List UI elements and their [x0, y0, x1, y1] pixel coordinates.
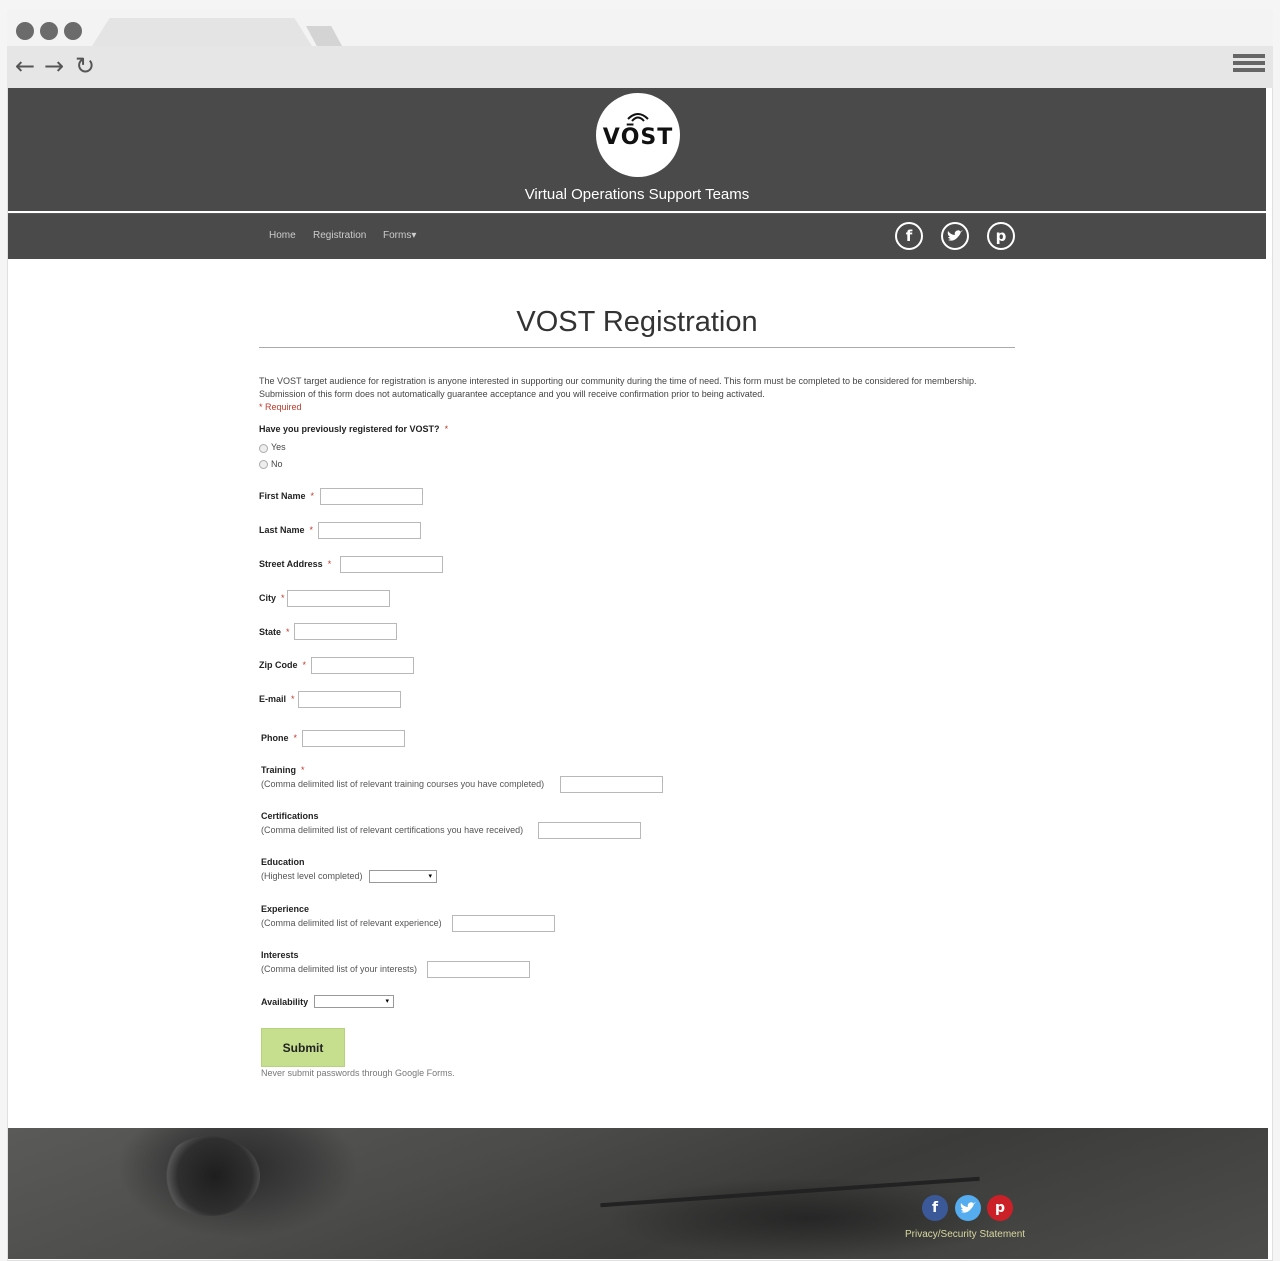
label-text: Last Name: [259, 525, 305, 535]
submit-button[interactable]: Submit: [261, 1028, 345, 1067]
footer-background-pipe: [160, 1136, 260, 1216]
radio-yes[interactable]: [259, 444, 268, 453]
page-title: VOST Registration: [516, 306, 758, 338]
label-text: Training: [261, 765, 297, 775]
radio-yes-label[interactable]: Yes: [271, 442, 286, 452]
password-warning: Never submit passwords through Google Fo…: [261, 1068, 455, 1078]
nav-home[interactable]: Home: [269, 230, 296, 241]
window-maximize-dot[interactable]: [64, 22, 82, 40]
signal-icon: [627, 113, 649, 122]
training-label: Training *: [261, 765, 305, 775]
email-label: E-mail *: [259, 694, 295, 704]
previously-registered-label: Have you previously registered for VOST?…: [259, 424, 448, 434]
label-text: Have you previously registered for VOST?: [259, 424, 440, 434]
logo-text: VŌST: [602, 124, 674, 150]
interests-help: (Comma delimited list of your interests): [261, 964, 418, 974]
label-text: Phone: [261, 733, 289, 743]
site-nav: [8, 213, 1266, 259]
zip-code-label: Zip Code *: [259, 660, 306, 670]
education-select[interactable]: ▾: [369, 870, 437, 883]
required-star: *: [310, 491, 315, 501]
required-star: *: [291, 694, 295, 704]
back-icon[interactable]: ←: [15, 54, 35, 78]
twitter-icon[interactable]: [941, 222, 969, 250]
required-star: *: [301, 765, 305, 775]
last-name-input[interactable]: [318, 522, 421, 539]
required-star: *: [327, 559, 332, 569]
facebook-icon[interactable]: f: [922, 1195, 948, 1221]
label-text: First Name: [259, 491, 306, 501]
availability-select[interactable]: ▾: [314, 995, 394, 1008]
twitter-bird-icon: [960, 1202, 976, 1213]
street-address-input[interactable]: [340, 556, 443, 573]
reload-icon[interactable]: ↻: [75, 54, 95, 78]
certifications-help: (Comma delimited list of relevant certif…: [261, 825, 524, 835]
twitter-bird-icon: [947, 230, 963, 241]
intro-text: The VOST target audience for registratio…: [259, 376, 977, 399]
phone-label: Phone *: [261, 733, 297, 743]
required-star: *: [444, 424, 449, 434]
zip-code-input[interactable]: [311, 657, 414, 674]
browser-tab-active[interactable]: [92, 18, 312, 46]
nav-forms-label: Forms: [383, 230, 412, 241]
title-divider: [259, 347, 1015, 348]
interests-input[interactable]: [427, 961, 530, 978]
pinterest-icon[interactable]: p: [987, 1195, 1013, 1221]
label-text: E-mail: [259, 694, 287, 704]
certifications-input[interactable]: [538, 822, 641, 839]
required-note: * Required: [259, 402, 302, 412]
last-name-label: Last Name *: [259, 525, 313, 535]
required-star: *: [281, 593, 285, 603]
privacy-security-link[interactable]: Privacy/Security Statement: [905, 1229, 1025, 1240]
nav-forms[interactable]: Forms▾: [383, 230, 416, 241]
required-star: *: [302, 660, 307, 670]
experience-input[interactable]: [452, 915, 555, 932]
state-input[interactable]: [294, 623, 397, 640]
education-help: (Highest level completed): [261, 871, 363, 881]
site-tagline: Virtual Operations Support Teams: [524, 186, 750, 203]
first-name-input[interactable]: [320, 488, 423, 505]
twitter-icon[interactable]: [955, 1195, 981, 1221]
required-star: *: [309, 525, 314, 535]
browser-menu-icon[interactable]: [1233, 54, 1265, 78]
radio-no[interactable]: [259, 460, 268, 469]
forward-icon[interactable]: →: [44, 54, 64, 78]
interests-label: Interests: [261, 950, 299, 960]
certifications-label: Certifications: [261, 811, 319, 821]
label-text: Street Address: [259, 559, 323, 569]
city-input[interactable]: [287, 590, 390, 607]
pinterest-icon[interactable]: p: [987, 222, 1015, 250]
street-address-label: Street Address *: [259, 559, 331, 569]
experience-label: Experience: [261, 904, 310, 914]
window-close-dot[interactable]: [16, 22, 34, 40]
phone-input[interactable]: [302, 730, 405, 747]
training-help: (Comma delimited list of relevant traini…: [261, 779, 545, 789]
state-label: State *: [259, 627, 290, 637]
facebook-icon[interactable]: f: [895, 222, 923, 250]
label-text: State: [259, 627, 282, 637]
required-star: *: [286, 627, 290, 637]
first-name-label: First Name *: [259, 491, 314, 501]
browser-toolbar: [7, 46, 1273, 88]
label-text: Zip Code: [259, 660, 298, 670]
email-input[interactable]: [298, 691, 401, 708]
availability-label: Availability: [261, 997, 309, 1007]
window-minimize-dot[interactable]: [40, 22, 58, 40]
required-star: *: [293, 733, 298, 743]
chevron-down-icon: ▾: [411, 230, 417, 241]
browser-window: ← → ↻ VŌST Virtual Operations Support Te…: [0, 0, 1280, 1261]
training-input[interactable]: [560, 776, 663, 793]
city-label: City *: [259, 593, 285, 603]
nav-registration[interactable]: Registration: [313, 230, 366, 241]
label-text: City: [259, 593, 277, 603]
experience-help: (Comma delimited list of relevant experi…: [261, 918, 442, 928]
education-label: Education: [261, 857, 305, 867]
vost-logo[interactable]: VŌST: [596, 93, 680, 177]
radio-no-label[interactable]: No: [271, 459, 283, 469]
